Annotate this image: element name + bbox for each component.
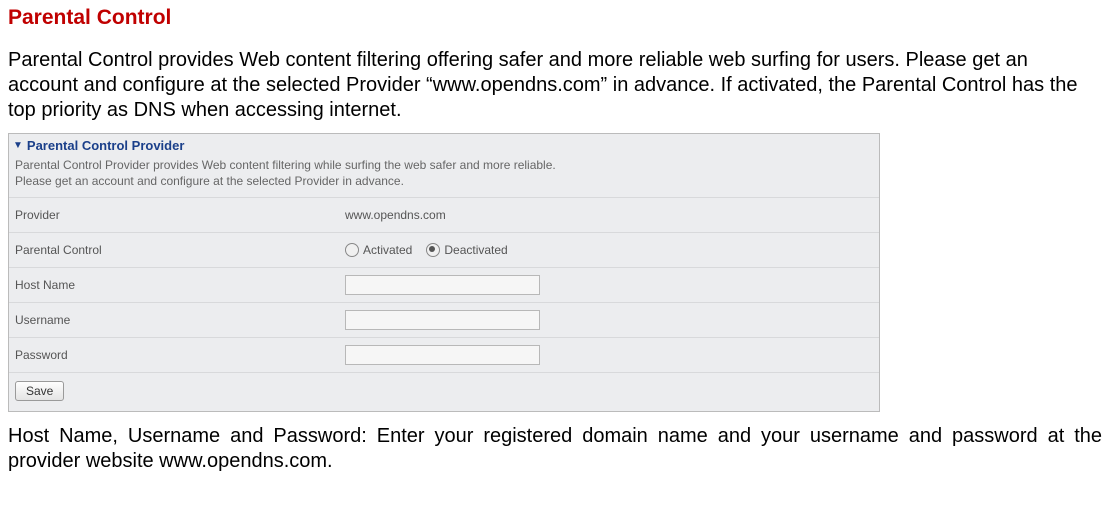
- intro-paragraph: Parental Control provides Web content fi…: [8, 48, 1102, 123]
- page-title: Parental Control: [8, 6, 1102, 30]
- panel-description: Parental Control Provider provides Web c…: [9, 155, 879, 197]
- deactivated-text: Deactivated: [444, 243, 507, 257]
- provider-value: www.opendns.com: [345, 208, 873, 222]
- password-label: Password: [15, 348, 345, 362]
- row-provider: Provider www.opendns.com: [9, 197, 879, 232]
- username-label: Username: [15, 313, 345, 327]
- row-hostname: Host Name: [9, 267, 879, 302]
- panel-description-line2: Please get an account and configure at t…: [15, 173, 873, 189]
- row-username: Username: [9, 302, 879, 337]
- row-parental-control: Parental Control Activated Deactivated: [9, 232, 879, 267]
- panel-header[interactable]: ▼ Parental Control Provider: [9, 134, 879, 155]
- radio-icon: [426, 243, 440, 257]
- save-button[interactable]: Save: [15, 381, 64, 401]
- deactivated-option[interactable]: Deactivated: [426, 243, 507, 257]
- hostname-input[interactable]: [345, 275, 540, 295]
- radio-icon: [345, 243, 359, 257]
- activated-option[interactable]: Activated: [345, 243, 412, 257]
- parental-control-panel: ▼ Parental Control Provider Parental Con…: [8, 133, 880, 412]
- provider-label: Provider: [15, 208, 345, 222]
- password-input[interactable]: [345, 345, 540, 365]
- panel-description-line1: Parental Control Provider provides Web c…: [15, 157, 873, 173]
- caret-down-icon: ▼: [13, 140, 23, 151]
- row-password: Password: [9, 337, 879, 372]
- row-save: Save: [9, 372, 879, 411]
- hostname-label: Host Name: [15, 278, 345, 292]
- username-input[interactable]: [345, 310, 540, 330]
- activated-text: Activated: [363, 243, 412, 257]
- footer-paragraph: Host Name, Username and Password: Enter …: [8, 424, 1102, 474]
- panel-header-title: Parental Control Provider: [27, 138, 184, 153]
- parental-control-label: Parental Control: [15, 243, 345, 257]
